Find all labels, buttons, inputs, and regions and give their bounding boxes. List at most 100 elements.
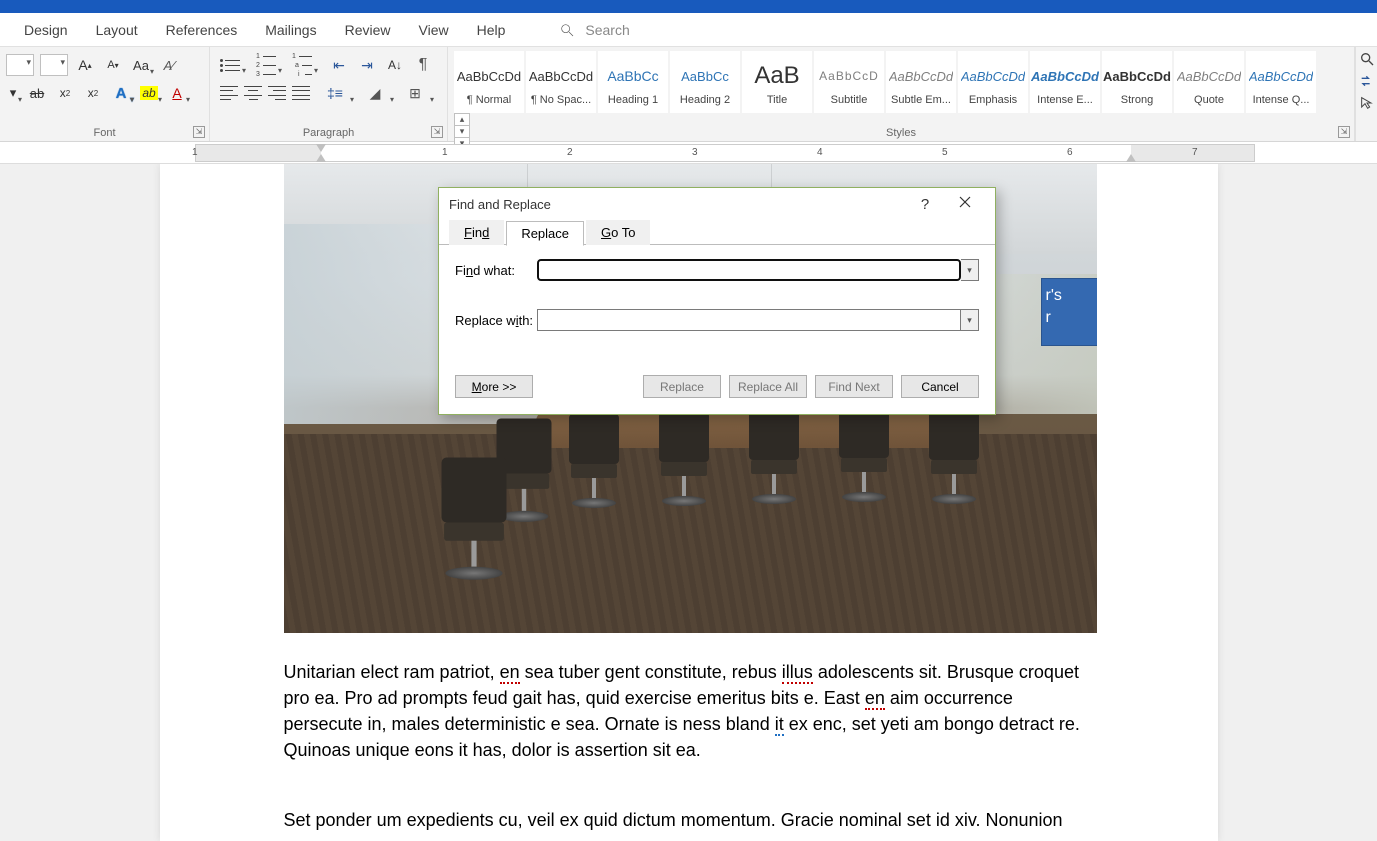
style-heading-2[interactable]: AaBbCcHeading 2 (670, 51, 740, 113)
style-strong[interactable]: AaBbCcDdStrong (1102, 51, 1172, 113)
gallery-up-icon[interactable]: ▴ (455, 114, 469, 126)
tab-mailings[interactable]: Mailings (251, 13, 330, 47)
show-hide-marks-button[interactable]: ¶ (412, 54, 434, 76)
styles-dialog-launcher[interactable]: ⇲ (1338, 126, 1350, 138)
tab-review[interactable]: Review (331, 13, 405, 47)
dialog-tab-goto[interactable]: Go To (586, 220, 650, 245)
increase-indent-button[interactable]: ⇥ (356, 54, 378, 76)
sort-button[interactable]: A↓ (384, 54, 406, 76)
align-left-button[interactable] (220, 86, 238, 100)
numbering-button[interactable]: 1 2 3 (256, 55, 276, 75)
spelling-error[interactable]: illus (782, 662, 813, 684)
ruler-tick: 6 (1067, 147, 1073, 158)
style-heading-1[interactable]: AaBbCcHeading 1 (598, 51, 668, 113)
change-case-button[interactable]: Aa (130, 54, 152, 76)
font-group: A▴ A▾ Aa A⁄ ▾ ab x2 x2 A ab A Font ⇲ (0, 47, 210, 141)
bullets-button[interactable] (220, 55, 240, 75)
text-effects-button[interactable]: A (110, 82, 132, 104)
subscript-button[interactable]: x2 (54, 82, 76, 104)
first-line-indent-marker[interactable] (316, 144, 326, 152)
shrink-font-button[interactable]: A▾ (102, 54, 124, 76)
font-size-combo[interactable] (40, 54, 68, 76)
tab-help[interactable]: Help (463, 13, 520, 47)
style--no-spac-[interactable]: AaBbCcDd¶ No Spac... (526, 51, 596, 113)
tab-layout[interactable]: Layout (82, 13, 152, 47)
tab-view[interactable]: View (405, 13, 463, 47)
borders-button[interactable]: ⊞ (404, 82, 426, 104)
shading-button[interactable]: ◢ (364, 82, 386, 104)
grammar-error[interactable]: it (775, 714, 784, 736)
paragraph-group: 1 2 3 1 a i ⇤ ⇥ A↓ ¶ ‡≡ ◢ ⊞ Paragraph ⇲ (210, 47, 448, 141)
replace-with-input[interactable] (537, 309, 961, 331)
tab-references[interactable]: References (152, 13, 252, 47)
underline-split[interactable]: ▾ (6, 82, 20, 104)
textbox-line: r (1046, 307, 1094, 329)
style-subtle-em-[interactable]: AaBbCcDdSubtle Em... (886, 51, 956, 113)
editing-panel (1355, 47, 1377, 141)
font-group-label: Font (0, 127, 209, 139)
find-what-input[interactable] (537, 259, 961, 281)
ribbon: A▴ A▾ Aa A⁄ ▾ ab x2 x2 A ab A Font ⇲ 1 2 (0, 47, 1377, 142)
style-intense-e-[interactable]: AaBbCcDdIntense E... (1030, 51, 1100, 113)
dialog-tab-find[interactable]: Find (449, 220, 504, 245)
find-what-dropdown[interactable]: ▾ (961, 259, 979, 281)
style-preview: AaBbCcDd (1249, 58, 1313, 94)
dialog-help-button[interactable]: ? (905, 196, 945, 213)
decrease-indent-button[interactable]: ⇤ (328, 54, 350, 76)
more-button[interactable]: More >> (455, 375, 533, 398)
style-preview: AaBbCc (681, 58, 729, 94)
style-emphasis[interactable]: AaBbCcDdEmphasis (958, 51, 1028, 113)
find-next-button[interactable]: Find Next (815, 375, 893, 398)
paragraph-dialog-launcher[interactable]: ⇲ (431, 126, 443, 138)
replace-button[interactable]: Replace (643, 375, 721, 398)
style-quote[interactable]: AaBbCcDdQuote (1174, 51, 1244, 113)
multilevel-list-button[interactable]: 1 a i (292, 55, 312, 75)
hanging-indent-marker[interactable] (316, 154, 326, 162)
style-intense-q-[interactable]: AaBbCcDdIntense Q... (1246, 51, 1316, 113)
align-right-button[interactable] (268, 86, 286, 100)
ruler-tick: 3 (692, 147, 698, 158)
style-title[interactable]: AaBTitle (742, 51, 812, 113)
replace-with-dropdown[interactable]: ▾ (961, 309, 979, 331)
dialog-tab-replace[interactable]: Replace (506, 221, 584, 246)
textbox-line: r's (1046, 285, 1094, 307)
superscript-button[interactable]: x2 (82, 82, 104, 104)
style-preview: AaBbCcDd (529, 58, 593, 94)
search-box[interactable]: Search (559, 22, 629, 38)
styles-gallery: AaBbCcDd¶ NormalAaBbCcDd¶ No Spac...AaBb… (454, 51, 1348, 113)
paragraph[interactable]: Set ponder um expedients cu, veil ex qui… (284, 807, 1097, 833)
font-name-combo[interactable] (6, 54, 34, 76)
dialog-titlebar[interactable]: Find and Replace ? (439, 188, 995, 220)
line-spacing-button[interactable]: ‡≡ (324, 82, 346, 104)
dialog-close-button[interactable] (945, 195, 985, 213)
align-center-button[interactable] (244, 86, 262, 100)
find-icon[interactable] (1359, 51, 1375, 67)
clear-formatting-button[interactable]: A⁄ (158, 54, 180, 76)
spelling-error[interactable]: en (500, 662, 520, 684)
grow-font-button[interactable]: A▴ (74, 54, 96, 76)
font-dialog-launcher[interactable]: ⇲ (193, 126, 205, 138)
cancel-button[interactable]: Cancel (901, 375, 979, 398)
highlight-button[interactable]: ab (138, 82, 160, 104)
right-indent-marker[interactable] (1126, 154, 1136, 162)
horizontal-ruler[interactable]: 1 1 2 3 4 5 6 7 (0, 144, 1377, 164)
style-name: Heading 1 (608, 94, 658, 106)
style-name: Emphasis (969, 94, 1017, 106)
font-color-button[interactable]: A (166, 82, 188, 104)
replace-icon[interactable] (1359, 73, 1375, 89)
justify-button[interactable] (292, 86, 310, 100)
strikethrough-button[interactable]: ab (26, 82, 48, 104)
document-textbox[interactable]: r's r (1041, 278, 1097, 346)
style-name: Title (767, 94, 787, 106)
tab-design[interactable]: Design (10, 13, 82, 47)
style-name: ¶ Normal (467, 94, 511, 106)
replace-all-button[interactable]: Replace All (729, 375, 807, 398)
style--normal[interactable]: AaBbCcDd¶ Normal (454, 51, 524, 113)
spelling-error[interactable]: en (865, 688, 885, 710)
select-icon[interactable] (1359, 95, 1375, 111)
find-what-label: Find what: (455, 263, 537, 278)
document-body[interactable]: Unitarian elect ram patriot, en sea tube… (284, 659, 1097, 833)
style-subtitle[interactable]: AaBbCcDSubtitle (814, 51, 884, 113)
paragraph[interactable]: Unitarian elect ram patriot, en sea tube… (284, 659, 1097, 763)
dialog-title: Find and Replace (449, 197, 551, 212)
